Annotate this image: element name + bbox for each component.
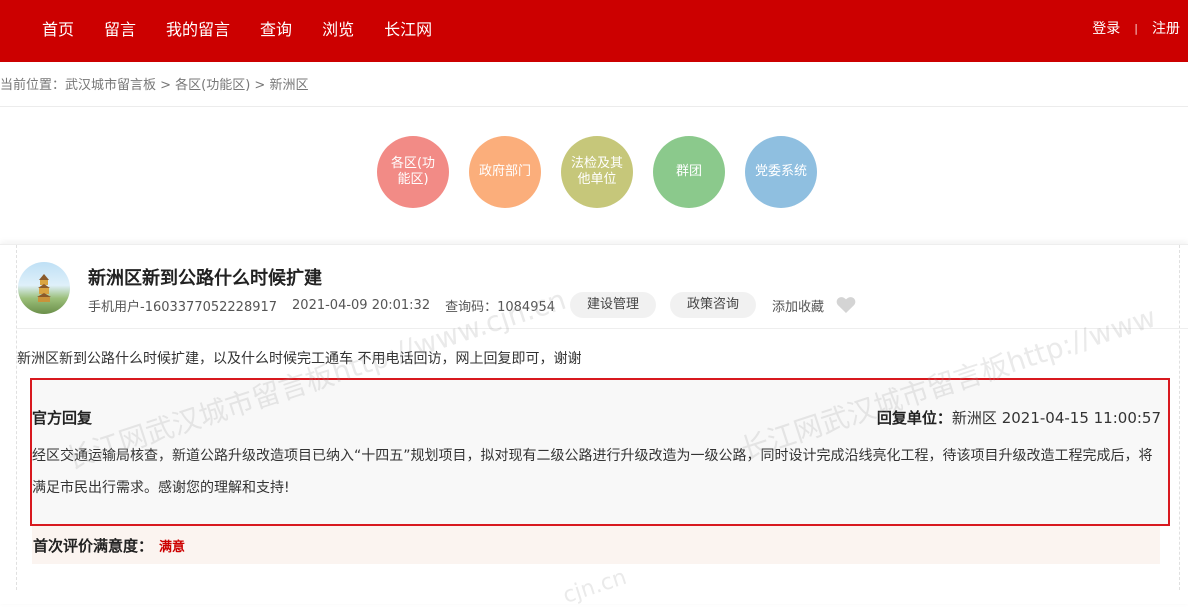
post-user: 手机用户-1603377052228917 [88,299,278,315]
post-meta: 手机用户-1603377052228917 2021-04-09 20:01:3… [88,292,856,318]
reply-unit-label: 回复单位： [876,409,952,427]
post-divider [16,328,1188,329]
nav-cjn[interactable]: 长江网 [384,16,432,40]
post-datetime: 2021-04-09 20:01:32 [292,297,431,313]
reply-unit: 回复单位：新洲区 2021-04-15 11:00:57 [877,407,1161,428]
reply-heading: 官方回复 [32,409,93,427]
nav-query[interactable]: 查询 [260,16,292,40]
avatar [18,262,70,314]
nav-my-messages[interactable]: 我的留言 [166,16,230,40]
category-gov-dept[interactable]: 政府部门 [469,136,541,208]
breadcrumb: 当前位置：武汉城市留言板 > 各区(功能区) > 新洲区 [0,78,309,93]
login-link[interactable]: 登录 [1092,18,1120,38]
post-title: 新洲区新到公路什么时候扩建 [88,268,322,289]
category-party[interactable]: 党委系统 [745,136,817,208]
nav-browse[interactable]: 浏览 [322,16,354,40]
rating: 首次评价满意度： 满意 [33,535,185,556]
category-judicial[interactable]: 法检及其他单位 [561,136,633,208]
category-district[interactable]: 各区(功能区) [377,136,449,208]
nav-message[interactable]: 留言 [104,16,136,40]
reply-text: 经区交通运输局核查，新道公路升级改造项目已纳入“十四五”规划项目，拟对现有二级公… [32,448,1153,496]
post-query-code: 查询码：1084954 [445,299,556,315]
category-nav: 各区(功能区) 政府部门 法检及其他单位 群团 党委系统 [0,136,1188,208]
top-nav-bar: 首页 留言 我的留言 查询 浏览 长江网 登录 | 注册 [0,0,1188,62]
nav-home[interactable]: 首页 [42,16,74,40]
add-favorite-button[interactable]: 添加收藏 [772,296,824,315]
rating-bar [32,526,1160,564]
register-link[interactable]: 注册 [1152,18,1180,38]
rating-label: 首次评价满意度： [33,537,154,555]
reply-unit-value: 新洲区 2021-04-15 11:00:57 [951,409,1161,427]
auth-links: 登录 | 注册 [1092,0,1180,56]
post-content: 新洲区新到公路什么时候扩建，以及什么时候完工通车 不用电话回访，网上回复即可，谢… [17,351,582,367]
heart-icon[interactable] [836,296,856,314]
breadcrumb-divider [0,106,1188,107]
tag-policy[interactable]: 政策咨询 [670,292,757,318]
rating-value: 满意 [159,540,186,555]
tag-construction[interactable]: 建设管理 [570,292,657,318]
auth-separator: | [1134,21,1138,35]
tower-icon [37,274,51,302]
main-nav: 首页 留言 我的留言 查询 浏览 长江网 [26,0,462,56]
category-groups[interactable]: 群团 [653,136,725,208]
